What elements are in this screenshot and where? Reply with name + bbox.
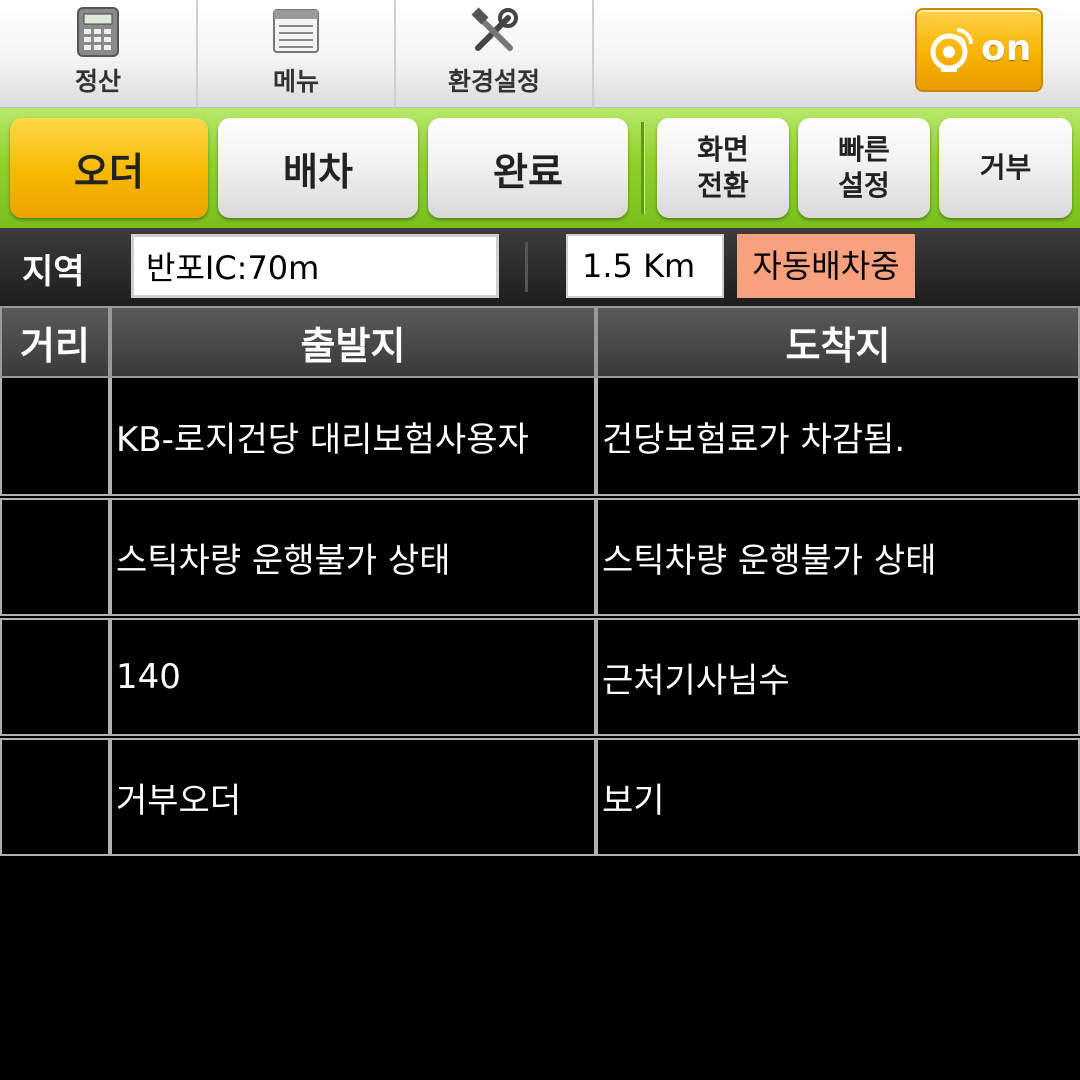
tab-order[interactable]: 오더 [10, 118, 208, 218]
header-origin: 출발지 [110, 306, 596, 378]
tab-dispatch[interactable]: 배차 [218, 118, 418, 218]
tab-order-label: 오더 [74, 149, 144, 194]
tab-divider [641, 122, 645, 214]
table-row[interactable]: 스틱차량 운행불가 상태 스틱차량 운행불가 상태 [0, 498, 1080, 616]
row-distance [0, 378, 110, 496]
row-destination: 근처기사님수 [596, 618, 1080, 736]
reject-button[interactable]: 거부 [939, 118, 1072, 218]
quick-settings-line2: 설정 [838, 169, 890, 202]
row-destination: 스틱차량 운행불가 상태 [596, 498, 1080, 616]
row-origin: KB-로지건당 대리보험사용자 [110, 378, 596, 496]
menu-button[interactable]: 메뉴 [198, 0, 396, 108]
tools-icon [468, 6, 520, 62]
dispatch-on-toggle[interactable]: on [915, 8, 1043, 92]
screen-switch-line1: 화면 [697, 133, 749, 166]
menu-label: 메뉴 [272, 67, 319, 96]
quick-settings-button[interactable]: 빠른 설정 [798, 118, 930, 218]
row-distance [0, 618, 110, 736]
distance-selector[interactable]: 1.5 Km [566, 234, 724, 298]
satellite-icon [929, 24, 977, 80]
row-origin: 140 [110, 618, 596, 736]
quick-settings-line1: 빠른 [838, 133, 890, 166]
settlement-label: 정산 [74, 67, 121, 96]
list-icon [271, 6, 321, 60]
row-distance [0, 498, 110, 616]
header-destination: 도착지 [596, 306, 1080, 378]
auto-dispatch-status[interactable]: 자동배차중 [737, 234, 915, 298]
tab-complete-label: 완료 [493, 149, 563, 194]
table-row[interactable]: KB-로지건당 대리보험사용자 건당보험료가 차감됨. [0, 378, 1080, 496]
tab-dispatch-label: 배차 [283, 149, 353, 194]
region-input[interactable] [131, 234, 499, 298]
settings-label: 환경설정 [447, 67, 540, 96]
header-distance: 거리 [0, 306, 110, 378]
row-destination: 보기 [596, 738, 1080, 856]
calculator-icon [74, 6, 122, 62]
settings-button[interactable]: 환경설정 [396, 0, 594, 108]
region-divider [525, 242, 528, 292]
row-distance [0, 738, 110, 856]
toggle-label: on [981, 28, 1032, 69]
row-destination: 건당보험료가 차감됨. [596, 378, 1080, 496]
table-header: 거리 출발지 도착지 [0, 306, 1080, 378]
row-origin: 거부오더 [110, 738, 596, 856]
screen-switch-button[interactable]: 화면 전환 [657, 118, 789, 218]
row-origin: 스틱차량 운행불가 상태 [110, 498, 596, 616]
table-row[interactable]: 140 근처기사님수 [0, 618, 1080, 736]
table-row[interactable]: 거부오더 보기 [0, 738, 1080, 856]
region-label: 지역 [22, 252, 85, 292]
reject-label: 거부 [979, 151, 1032, 184]
screen-switch-line2: 전환 [697, 169, 749, 202]
settlement-button[interactable]: 정산 [0, 0, 198, 108]
top-toolbar: 정산 메뉴 환경설정 on [0, 0, 1080, 108]
tab-complete[interactable]: 완료 [428, 118, 628, 218]
tab-bar: 오더 배차 완료 화면 전환 빠른 설정 거부 [0, 108, 1080, 228]
region-bar: 지역 1.5 Km 자동배차중 [0, 228, 1080, 306]
